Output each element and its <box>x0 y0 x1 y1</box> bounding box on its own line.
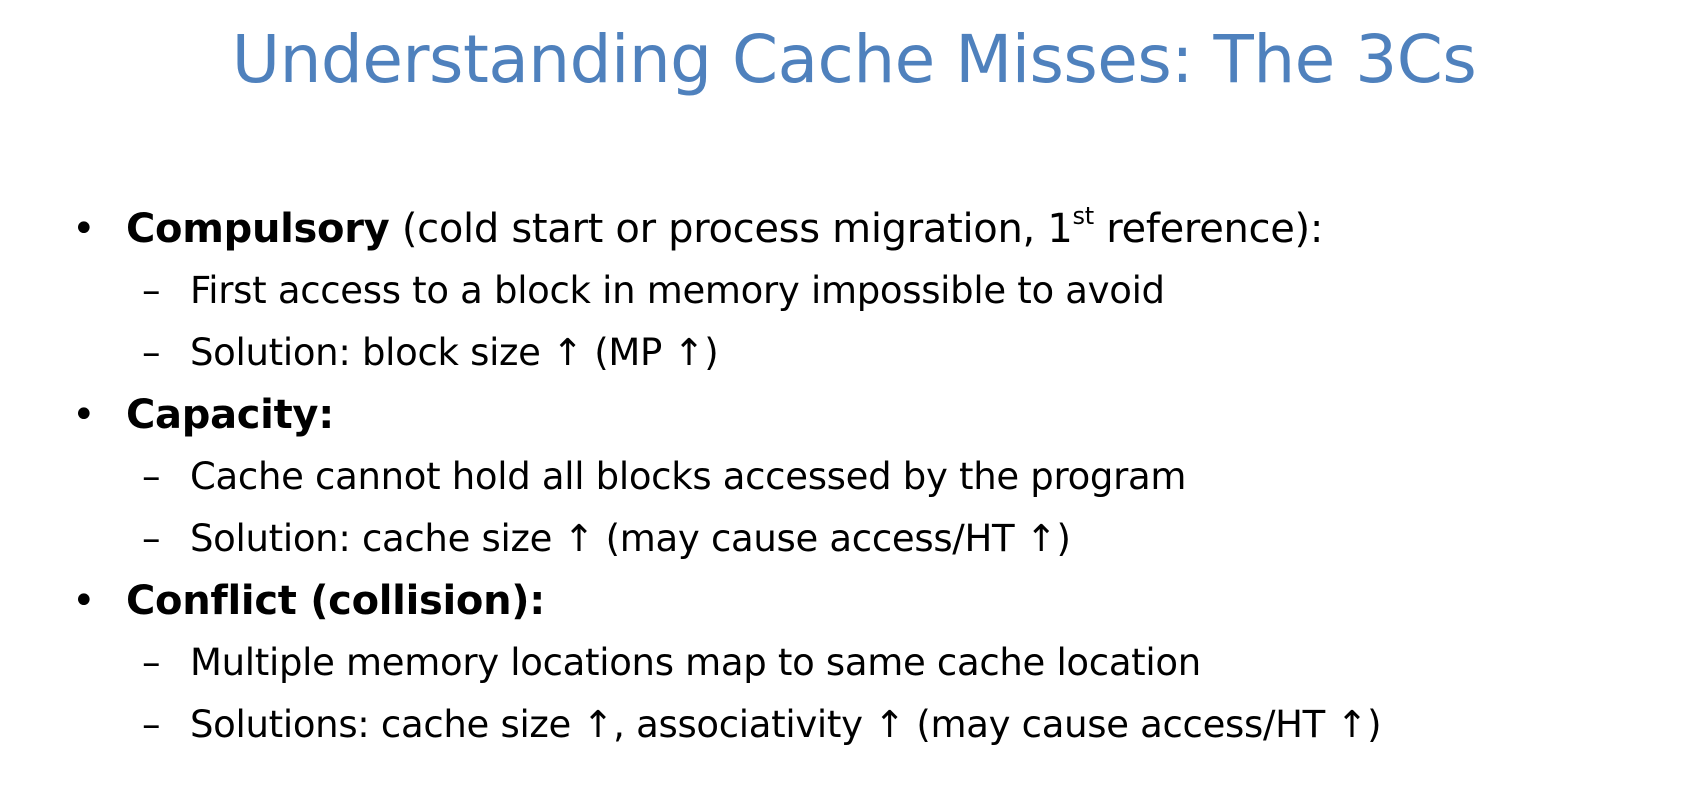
subbullet-text: Solution: block size ↑ (MP ↑) <box>190 331 719 374</box>
subbullet: – Multiple memory locations map to same … <box>0 632 1708 694</box>
bullet-label: Compulsory <box>126 206 390 252</box>
bullet-capacity: • Capacity: <box>0 384 1708 446</box>
dash-marker: – <box>142 455 161 498</box>
superscript-ordinal: st <box>1072 202 1095 230</box>
subbullet-text: Solution: cache size ↑ (may cause access… <box>190 517 1071 560</box>
subbullet: – Solution: block size ↑ (MP ↑) <box>0 322 1708 384</box>
subbullet-text: Solutions: cache size ↑, associativity ↑… <box>190 703 1382 746</box>
bullet-conflict: • Conflict (collision): <box>0 570 1708 632</box>
subbullet-text: Cache cannot hold all blocks accessed by… <box>190 455 1187 498</box>
subbullet: – Solutions: cache size ↑, associativity… <box>0 694 1708 756</box>
dash-marker: – <box>142 269 161 312</box>
subbullet-text: Multiple memory locations map to same ca… <box>190 641 1201 684</box>
slide-title: Understanding Cache Misses: The 3Cs <box>231 21 1477 98</box>
subbullet-text: First access to a block in memory imposs… <box>190 269 1165 312</box>
subbullet: – Cache cannot hold all blocks accessed … <box>0 446 1708 508</box>
dash-marker: – <box>142 703 161 746</box>
dash-marker: – <box>142 517 161 560</box>
dash-marker: – <box>142 331 161 374</box>
bullet-compulsory: • Compulsory (cold start or process migr… <box>0 198 1708 260</box>
bullet-label: Capacity: <box>126 392 334 438</box>
bullet-detail-end: reference): <box>1093 206 1324 252</box>
dash-marker: – <box>142 641 161 684</box>
bullet-detail: (cold start or process migration, 1 <box>389 206 1073 252</box>
bullet-list: • Compulsory (cold start or process migr… <box>0 198 1708 756</box>
slide: Understanding Cache Misses: The 3Cs • Co… <box>0 0 1708 812</box>
bullet-marker: • <box>72 578 96 624</box>
bullet-label: Conflict (collision): <box>126 578 545 624</box>
bullet-marker: • <box>72 206 96 252</box>
bullet-marker: • <box>72 392 96 438</box>
subbullet: – First access to a block in memory impo… <box>0 260 1708 322</box>
subbullet: – Solution: cache size ↑ (may cause acce… <box>0 508 1708 570</box>
